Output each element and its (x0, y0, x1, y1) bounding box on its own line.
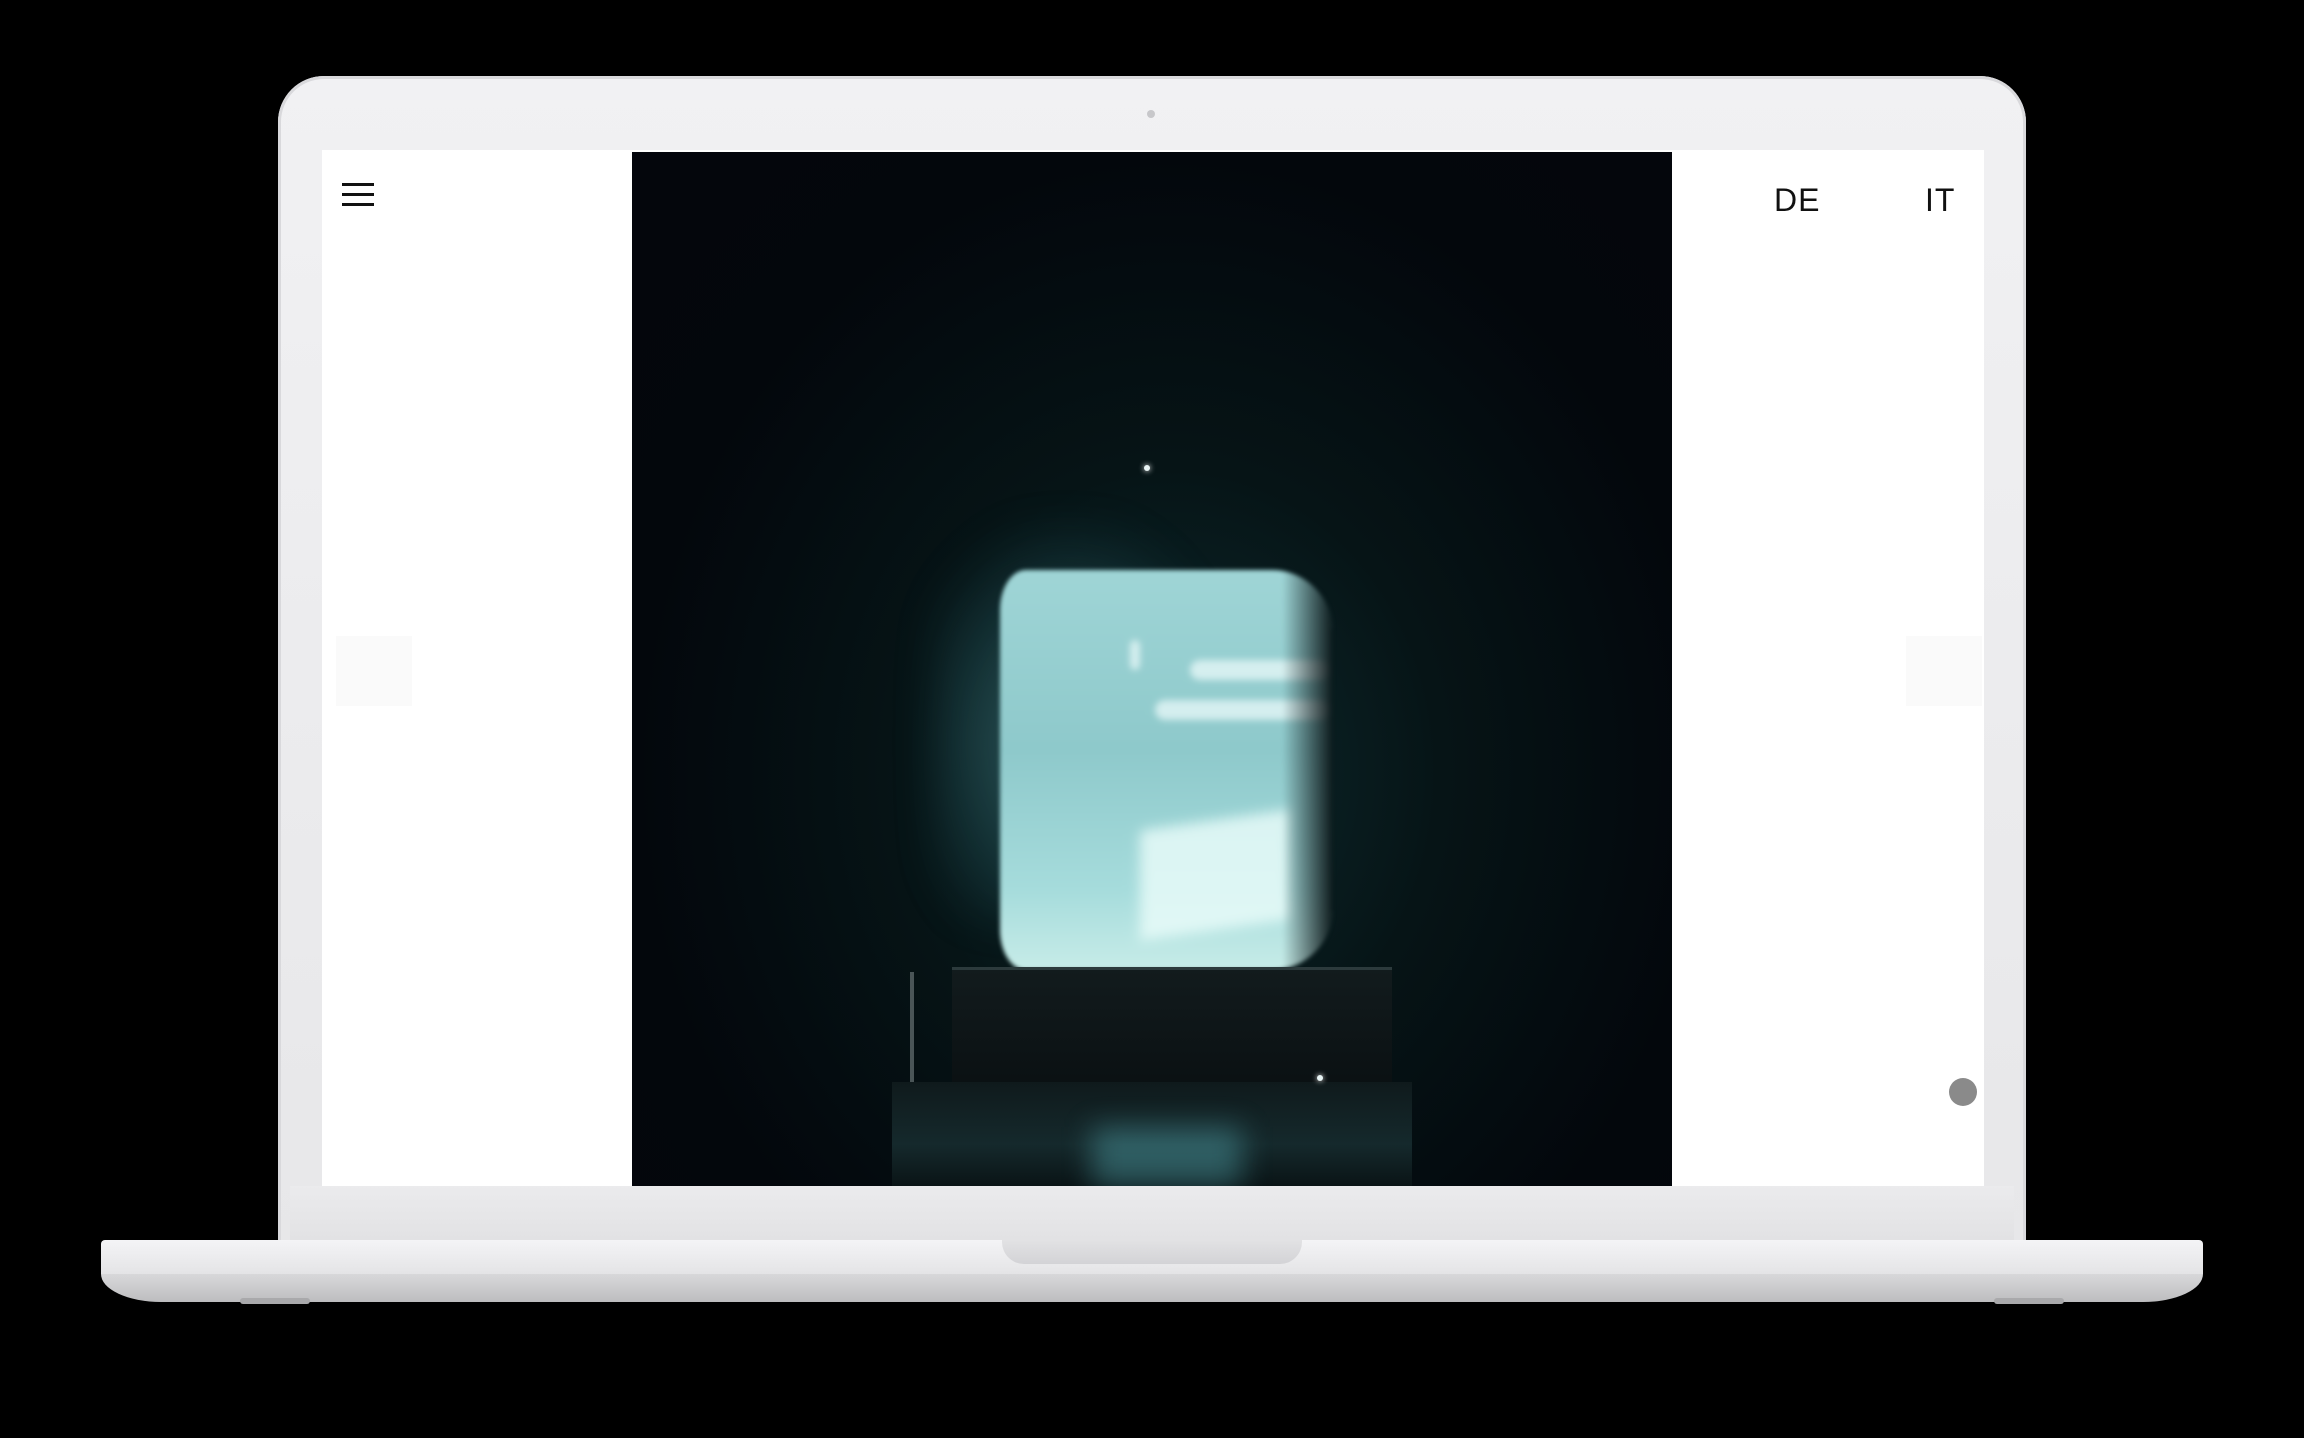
floor-glow (1092, 1127, 1242, 1186)
menu-line (342, 183, 374, 186)
arrow-left-icon[interactable] (336, 636, 412, 706)
language-it-link[interactable]: IT (1925, 182, 1955, 219)
menu-line (342, 193, 374, 196)
tv-shade (1282, 570, 1332, 970)
laptop-notch (1002, 1240, 1302, 1264)
camera-icon (1147, 110, 1155, 118)
laptop-base-bottom (101, 1274, 2203, 1302)
laptop-chin (290, 1186, 2014, 1240)
laptop-foot (1994, 1298, 2064, 1304)
tv-bright-area (1140, 809, 1290, 941)
tv-stand (952, 967, 1392, 1090)
language-de-link[interactable]: DE (1774, 182, 1820, 219)
tv-screen-image (1000, 570, 1332, 970)
scroll-dot-icon[interactable] (1949, 1078, 1977, 1106)
menu-line (342, 203, 374, 206)
light-point (1144, 465, 1150, 471)
laptop-screen: DE IT (322, 150, 1984, 1186)
arrow-right-icon[interactable] (1906, 636, 1982, 706)
hamburger-menu-icon[interactable] (342, 180, 376, 208)
light-point (1317, 1075, 1323, 1081)
laptop-mockup-stage: DE IT (0, 0, 2304, 1438)
media-video[interactable] (632, 152, 1672, 1186)
tv-text-mark (1130, 640, 1140, 670)
laptop-foot (240, 1298, 310, 1304)
